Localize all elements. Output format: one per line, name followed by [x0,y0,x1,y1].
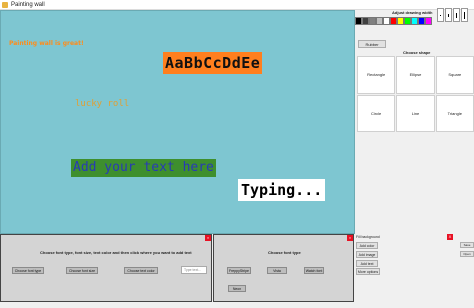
font-freppystripe-button[interactable]: FreppyStripe [227,267,251,274]
shape-line-button[interactable]: Line [396,94,435,132]
drawing-width-label: Adjust drawing width [392,10,433,15]
color-swatch[interactable] [383,17,390,25]
color-swatch[interactable] [411,17,418,25]
color-swatch[interactable] [362,17,369,25]
font-panel-close-icon[interactable]: × [347,235,353,241]
app-icon [2,2,8,8]
file-buttons: Save Open [460,234,474,302]
action-buttons: Fill background Add color Add image Add … [356,234,436,302]
width-thick-button[interactable] [453,8,460,22]
color-swatch[interactable] [390,17,397,25]
window-title: Painting wall [11,2,45,8]
more-options-button[interactable]: More options [356,268,380,275]
fill-background-button[interactable]: Fill background [356,234,380,240]
shape-triangle-button[interactable]: Triangle [435,94,474,132]
drawing-canvas[interactable]: Painting wall is great! AaBbCcDdEe lucky… [0,10,355,234]
text-panel-close-icon[interactable]: × [205,235,211,241]
shape-square-button[interactable]: Square [435,56,474,94]
shape-heading: Choose shape [403,50,431,55]
title-bar: Painting wall [0,0,474,10]
canvas-text-typing[interactable]: Typing... [238,179,326,201]
shape-circle-button[interactable]: Circle [357,94,396,132]
width-extra-thick-button[interactable] [461,8,468,22]
shape-rectangle-button[interactable]: Rectangle [357,56,396,94]
width-thin-button[interactable] [437,8,444,22]
color-swatch[interactable] [397,17,404,25]
font-vista-button[interactable]: Vista [267,267,287,274]
color-swatch[interactable] [425,17,432,25]
canvas-text-painting-wall[interactable]: Painting wall is great! [9,40,84,47]
add-text-button[interactable]: Add text [356,260,378,267]
color-swatch[interactable] [404,17,411,25]
font-watch-button[interactable]: Watch font [304,267,324,274]
color-palette [355,17,436,25]
canvas-text-add-your-text[interactable]: Add your text here [71,159,216,177]
save-button[interactable]: Save [460,242,474,248]
type-text-input[interactable] [181,266,207,274]
color-swatch[interactable] [418,17,425,25]
font-panel-heading: Choose font type [268,250,301,255]
rubber-button[interactable]: Rubber [358,40,386,48]
add-image-button[interactable]: Add image [356,251,378,258]
shape-ellipse-button[interactable]: Ellipse [396,56,435,94]
choose-text-color-button[interactable]: Choose text color [124,267,158,274]
width-medium-button[interactable] [445,8,452,22]
close-icon[interactable]: X [447,234,453,240]
color-swatch[interactable] [369,17,376,25]
canvas-text-alphabet[interactable]: AaBbCcDdEe [163,52,263,74]
shape-grid: Rectangle Ellipse Square Circle Line Tri… [357,56,474,132]
color-swatch[interactable] [355,17,362,25]
color-swatch[interactable] [376,17,383,25]
choose-font-type-button[interactable]: Choose font type [12,267,44,274]
canvas-text-lucky-roll[interactable]: lucky roll [75,99,129,109]
choose-font-size-button[interactable]: Choose font size [66,267,98,274]
open-button[interactable]: Open [460,251,474,257]
text-panel-instruction: Choose font type, font size, text color … [40,250,192,255]
font-neon-button[interactable]: Neon [228,285,246,292]
add-color-button[interactable]: Add color [356,242,378,249]
